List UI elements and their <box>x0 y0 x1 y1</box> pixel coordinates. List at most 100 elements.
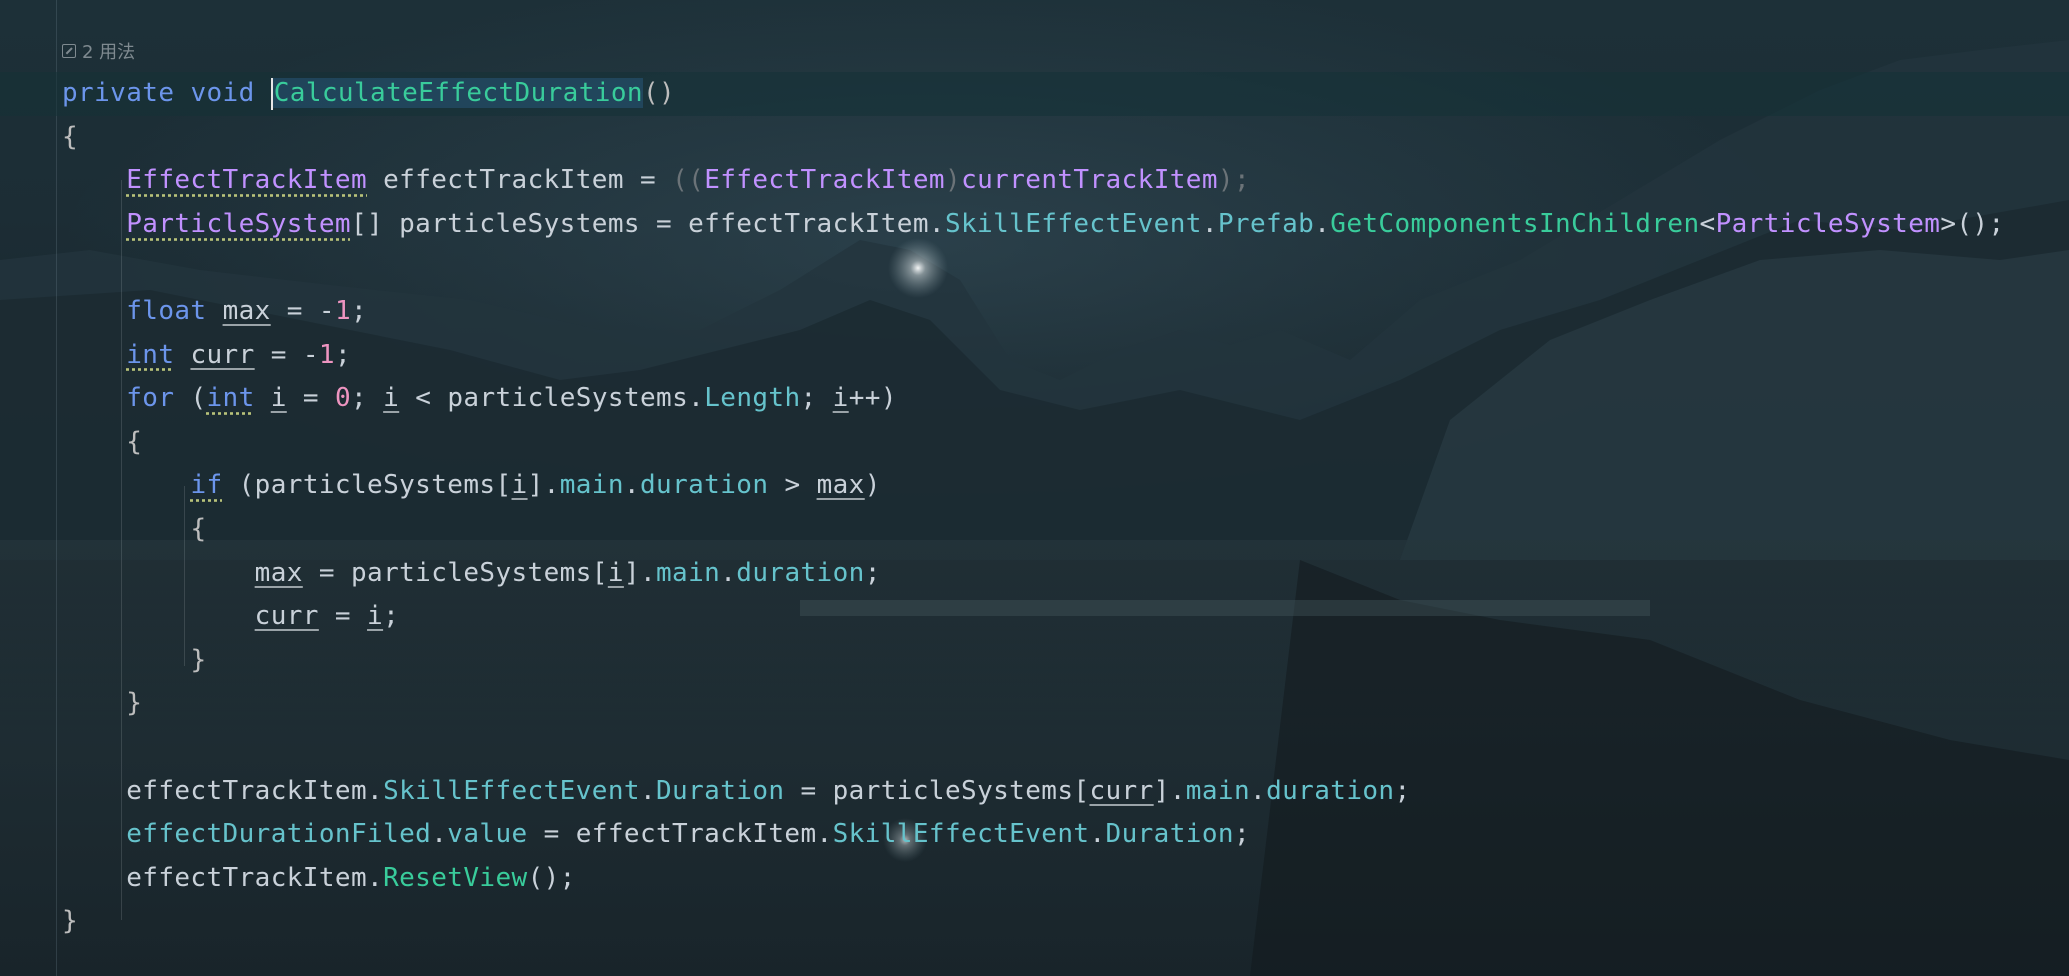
punctuation: . <box>1250 775 1267 806</box>
type-name: EffectTrackItem <box>704 165 945 196</box>
text-caret <box>270 77 273 110</box>
punctuation: . <box>1089 819 1106 850</box>
punctuation: . <box>431 819 448 850</box>
code-line[interactable]: } <box>62 900 2005 944</box>
punctuation: . <box>1201 208 1218 239</box>
punctuation: . <box>639 775 656 806</box>
property: Duration <box>656 775 785 806</box>
code-line[interactable]: for (int i = 0; i < particleSystems.Leng… <box>62 377 2005 421</box>
keyword: void <box>190 78 255 108</box>
variable: max <box>816 470 865 501</box>
property: main <box>1185 775 1250 806</box>
code-line[interactable]: float max = -1; <box>62 290 2005 334</box>
variable: i <box>270 383 287 414</box>
code-line[interactable]: } <box>62 682 2005 726</box>
code-line[interactable]: ParticleSystem[] particleSystems = effec… <box>62 203 2005 247</box>
property: Length <box>704 383 801 414</box>
operator: = <box>318 601 368 632</box>
punctuation: ++) <box>848 383 897 414</box>
code-line[interactable]: { <box>62 421 2005 465</box>
keyword: int <box>206 383 255 414</box>
field: effectDurationFiled <box>126 819 432 850</box>
punctuation: ) <box>945 165 962 196</box>
punctuation: ); <box>1217 165 1251 196</box>
variable: max <box>222 295 271 326</box>
number-literal: 0 <box>334 383 352 414</box>
variable: max <box>254 557 303 588</box>
operator: = <box>623 165 673 196</box>
property: duration <box>1266 775 1395 806</box>
keyword: private <box>62 78 175 108</box>
variable: effectTrackItem <box>383 165 624 196</box>
property: duration <box>736 557 865 588</box>
property: SkillEffectEvent <box>832 819 1090 850</box>
keyword: float <box>126 295 207 326</box>
open-brace: { <box>190 513 207 544</box>
code-line[interactable]: max = particleSystems[i].main.duration; <box>62 552 2005 596</box>
punctuation: . <box>720 557 737 588</box>
operator: = - <box>270 295 335 326</box>
usages-count: 2 用法 <box>82 42 136 63</box>
code-text: effectTrackItem. <box>126 862 384 893</box>
code-line[interactable]: effectDurationFiled.value = effectTrackI… <box>62 813 2005 857</box>
variable: i <box>832 383 849 414</box>
open-brace: { <box>62 121 79 152</box>
punctuation: ; <box>351 383 384 414</box>
usages-hint[interactable]: 2 用法 <box>62 40 136 63</box>
code-line[interactable]: } <box>62 639 2005 683</box>
method-name-selection[interactable]: CalculateEffectDuration <box>270 77 643 110</box>
code-text: < particleSystems. <box>399 383 705 414</box>
code-line-empty[interactable] <box>62 726 2005 770</box>
punctuation: ]. <box>1153 775 1186 806</box>
punctuation: ; <box>1233 819 1251 850</box>
operator: = - <box>254 339 319 370</box>
code-text: = particleSystems[ <box>784 775 1090 806</box>
code-line[interactable]: curr = i; <box>62 595 2005 639</box>
close-brace: } <box>126 688 143 719</box>
variable: i <box>511 470 528 501</box>
variable: curr <box>190 339 255 370</box>
method-call: GetComponentsInChildren <box>1330 208 1700 239</box>
punctuation: ; <box>800 383 833 414</box>
operator: > <box>768 470 817 501</box>
code-line[interactable]: EffectTrackItem effectTrackItem = ((Effe… <box>62 159 2005 203</box>
method-call: ResetView <box>383 862 528 893</box>
code-text: (particleSystems[ <box>222 470 512 501</box>
code-line[interactable]: effectTrackItem.ResetView(); <box>62 857 2005 901</box>
code-line[interactable]: effectTrackItem.SkillEffectEvent.Duratio… <box>62 770 2005 814</box>
method-name: CalculateEffectDuration <box>273 78 643 108</box>
punctuation: . <box>623 470 640 501</box>
keyword: int <box>126 339 175 370</box>
code-line-empty[interactable] <box>62 246 2005 290</box>
code-line[interactable]: { <box>62 508 2005 552</box>
code-text: particleSystems = effectTrackItem. <box>383 208 945 239</box>
punctuation: ; <box>383 601 400 632</box>
number-literal: 1 <box>334 295 352 326</box>
code-lines[interactable]: private void CalculateEffectDuration() {… <box>62 72 2005 944</box>
code-line[interactable]: { <box>62 116 2005 160</box>
keyword: for <box>126 383 175 414</box>
keyword: if <box>190 470 223 501</box>
punctuation: () <box>642 78 676 108</box>
type-name: EffectTrackItem <box>126 165 368 196</box>
close-brace: } <box>62 906 79 937</box>
code-editor[interactable]: 2 用法 private void CalculateEffectDuratio… <box>0 0 2069 976</box>
variable: i <box>607 557 624 588</box>
code-line[interactable]: int curr = -1; <box>62 334 2005 378</box>
property: SkillEffectEvent <box>944 208 1202 239</box>
variable: i <box>367 601 384 632</box>
punctuation: (); <box>527 862 576 893</box>
code-line[interactable]: if (particleSystems[i].main.duration > m… <box>62 464 2005 508</box>
punctuation: . <box>1314 208 1331 239</box>
property: main <box>559 470 624 501</box>
punctuation: ; <box>1394 775 1411 806</box>
code-text: = particleSystems[ <box>302 557 608 588</box>
property: main <box>656 557 721 588</box>
code-line[interactable]: private void CalculateEffectDuration() <box>62 72 2005 116</box>
variable: curr <box>1089 775 1154 806</box>
punctuation: ]. <box>527 470 560 501</box>
punctuation: ; <box>334 339 352 370</box>
open-brace: { <box>126 426 143 457</box>
variable: curr <box>254 601 319 632</box>
property: value <box>447 819 528 850</box>
